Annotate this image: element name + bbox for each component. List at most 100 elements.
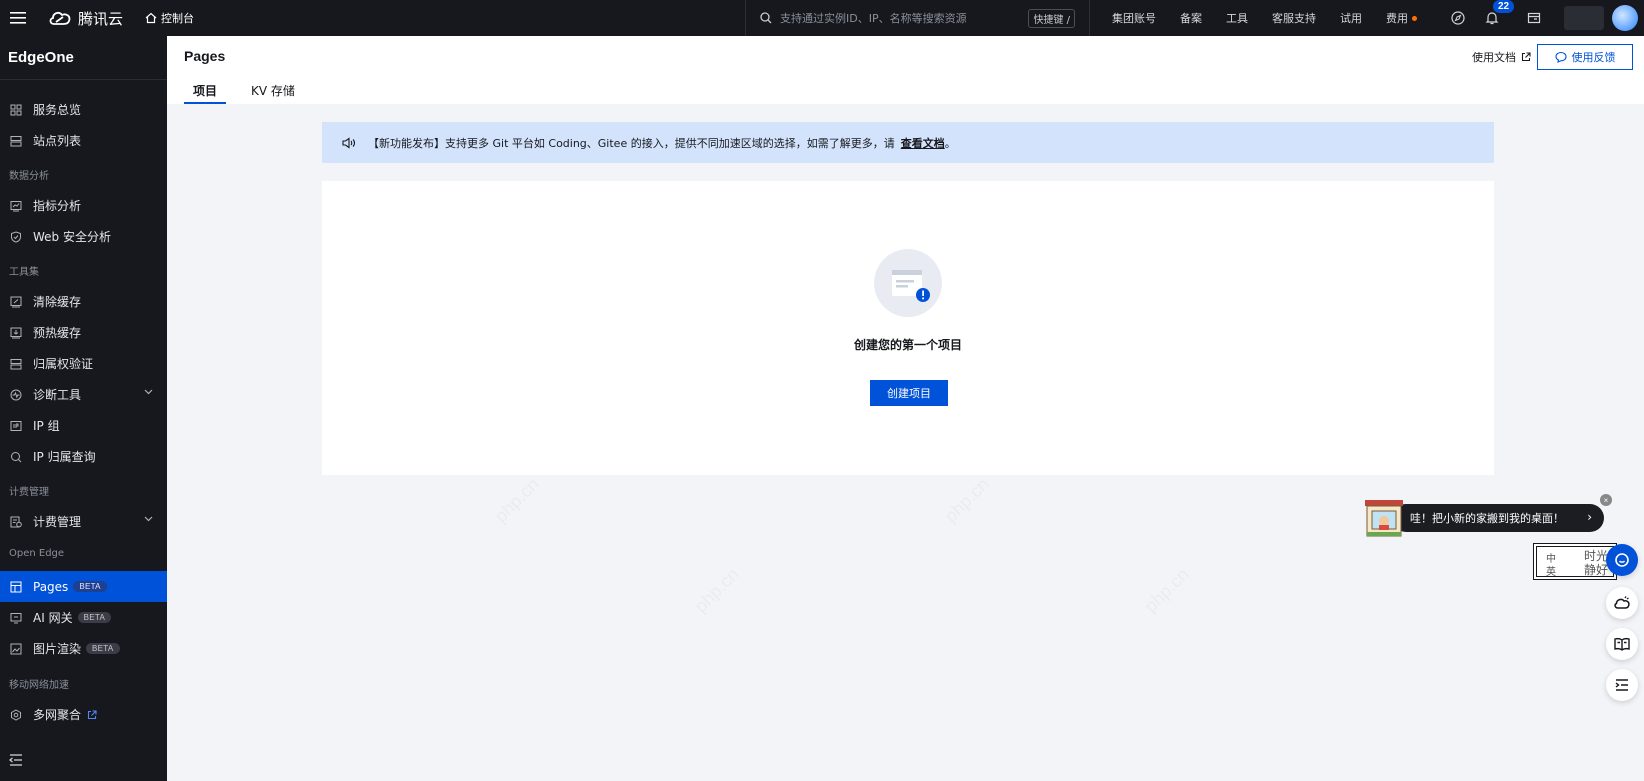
sidebar-item-label: 图片渲染 — [33, 642, 82, 656]
fee-dot — [1412, 15, 1417, 21]
book-icon — [1614, 638, 1630, 651]
promo-close-icon[interactable]: × — [1600, 494, 1612, 506]
pages-icon — [9, 580, 23, 594]
beta-badge: BETA — [73, 581, 107, 592]
brand-name: 腾讯云 — [78, 9, 124, 28]
compass-icon[interactable] — [1441, 0, 1475, 36]
tencent-cloud-logo[interactable]: 腾讯云 — [48, 8, 123, 29]
image-icon — [9, 642, 23, 656]
feedback-button[interactable]: 使用反馈 — [1537, 44, 1633, 70]
sidebar-item-prefetch-cache[interactable]: 预热缓存 — [0, 317, 167, 348]
sidebar-item-label: 多网聚合 — [33, 708, 82, 722]
promo-pill[interactable]: 哇！把小新的家搬到我的桌面！ › — [1392, 504, 1604, 532]
speaker-icon — [342, 136, 356, 149]
sidebar-item-sites[interactable]: 站点列表 — [0, 125, 167, 156]
sidebar-item-ai-gateway[interactable]: AI 网关 BETA — [0, 602, 167, 633]
notice-doc-link[interactable]: 查看文档 — [901, 135, 945, 151]
link-fee[interactable]: 费用 — [1386, 10, 1417, 26]
prefetch-icon — [9, 326, 23, 340]
user-area[interactable] — [1554, 0, 1644, 36]
link-support[interactable]: 客服支持 — [1272, 10, 1316, 26]
list-icon — [9, 134, 23, 148]
sidebar-item-billing[interactable]: 计费管理 — [0, 506, 167, 537]
external-link-icon — [87, 709, 97, 719]
ime-indicator: 中 英 时光 静好 — [1533, 543, 1617, 580]
link-group-account[interactable]: 集团账号 — [1112, 10, 1156, 26]
chevron-down-icon[interactable] — [144, 389, 153, 395]
docs-button[interactable] — [1606, 628, 1638, 660]
sidebar-item-purge-cache[interactable]: 清除缓存 — [0, 286, 167, 317]
group-label-analytics: 数据分析 — [9, 171, 49, 182]
sidebar-item-ip-group[interactable]: IP 组 — [0, 410, 167, 441]
sidebar-item-label: 归属权验证 — [33, 357, 94, 371]
link-tools[interactable]: 工具 — [1226, 10, 1248, 26]
promo-arrow-icon[interactable]: › — [1587, 510, 1592, 524]
sidebar-item-label: 服务总览 — [33, 103, 82, 117]
notice-tag: 【新功能发布】 — [368, 136, 445, 150]
bell-icon[interactable]: 22 — [1475, 0, 1515, 36]
grid-icon — [9, 103, 23, 117]
console-link[interactable]: 控制台 — [145, 10, 194, 26]
collapse-sidebar-icon[interactable] — [8, 753, 23, 771]
sidebar-item-label: Web 安全分析 — [33, 230, 111, 244]
shield-icon — [9, 230, 23, 244]
sidebar-item-label: 清除缓存 — [33, 295, 82, 309]
account-name-blurred — [1564, 6, 1604, 30]
link-trial[interactable]: 试用 — [1340, 10, 1362, 26]
sidebar-item-web-security[interactable]: Web 安全分析 — [0, 221, 167, 252]
page-title: Pages — [184, 48, 226, 64]
sidebar-item-label: 预热缓存 — [33, 326, 82, 340]
tab-kv-storage[interactable]: KV 存储 — [242, 82, 304, 104]
sidebar-item-label: 指标分析 — [33, 199, 82, 213]
avatar[interactable] — [1612, 5, 1638, 31]
sidebar-item-label: 诊断工具 — [33, 388, 82, 402]
global-search[interactable]: 支持通过实例ID、IP、名称等搜索资源 快捷键 / — [745, 0, 1090, 36]
sidebar-item-ip-lookup[interactable]: IP 归属查询 — [0, 441, 167, 472]
network-icon — [9, 708, 23, 722]
cloud-icon — [1614, 596, 1630, 609]
menu-icon[interactable] — [0, 0, 36, 36]
purge-icon — [9, 295, 23, 309]
console-label: 控制台 — [161, 12, 195, 25]
tab-projects[interactable]: 项目 — [184, 82, 227, 104]
ai-icon — [9, 611, 23, 625]
notification-badge: 22 — [1493, 0, 1515, 13]
watermark: php.cn — [490, 474, 543, 527]
notice-end: 。 — [944, 136, 956, 150]
top-links: 集团账号 备案 工具 客服支持 试用 费用 22 — [1112, 0, 1551, 36]
chevron-down-icon[interactable] — [144, 516, 153, 522]
ticket-icon[interactable] — [1517, 0, 1551, 36]
sidebar-item-image-render[interactable]: 图片渲染 BETA — [0, 633, 167, 664]
group-label-billing: 计费管理 — [9, 487, 49, 498]
create-project-button[interactable]: 创建项目 — [870, 380, 948, 406]
ip-icon — [9, 419, 23, 433]
menu-list-button[interactable] — [1606, 669, 1638, 701]
desktop-pet-promo[interactable]: 哇！把小新的家搬到我的桌面！ › × — [1362, 494, 1612, 540]
sidebar-item-overview[interactable]: 服务总览 — [0, 94, 167, 125]
sidebar-item-pages[interactable]: Pages BETA — [0, 571, 167, 602]
notice-text: 支持更多 Git 平台如 Coding、Gitee 的接入，提供不同加速区域的选… — [445, 136, 895, 150]
chart-icon — [9, 199, 23, 213]
group-label-tools: 工具集 — [9, 267, 39, 278]
cloud-assistant-button[interactable] — [1606, 587, 1638, 619]
link-beian[interactable]: 备案 — [1180, 10, 1202, 26]
house-icon — [1365, 500, 1403, 537]
sidebar-item-diagnose[interactable]: 诊断工具 — [0, 379, 167, 410]
doc-link[interactable]: 使用文档 — [1472, 49, 1531, 65]
empty-state-card: 创建您的第一个项目 创建项目 — [322, 181, 1494, 475]
shortcut-hint: 快捷键 / — [1028, 9, 1075, 28]
page-header: Pages 项目 KV 存储 使用文档 使用反馈 — [167, 36, 1644, 104]
verify-icon — [9, 357, 23, 371]
sidebar-item-multinet[interactable]: 多网聚合 — [0, 699, 167, 730]
watermark: php.cn — [1140, 564, 1193, 617]
chat-icon — [1615, 553, 1629, 567]
sidebar: EdgeOne 服务总览 站点列表 数据分析 指标分析 Web 安全分析 工具集… — [0, 36, 167, 781]
sidebar-item-label: 站点列表 — [33, 134, 82, 148]
watermark: php.cn — [940, 474, 993, 527]
sidebar-item-ownership[interactable]: 归属权验证 — [0, 348, 167, 379]
external-link-icon — [1521, 52, 1531, 62]
watermark: php.cn — [690, 564, 743, 617]
group-label-mobile-acceleration: 移动网络加速 — [9, 680, 69, 691]
chat-support-button[interactable] — [1606, 544, 1638, 576]
sidebar-item-metrics[interactable]: 指标分析 — [0, 190, 167, 221]
